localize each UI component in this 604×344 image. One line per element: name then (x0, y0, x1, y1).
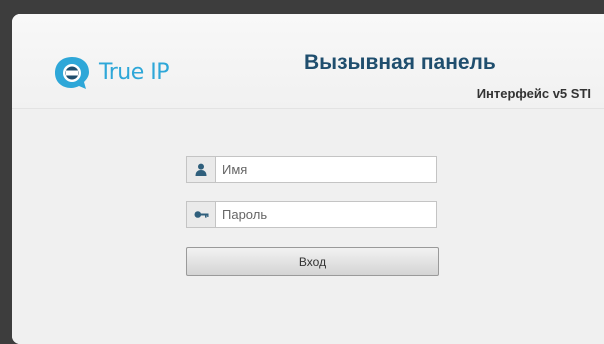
logo-text: True IP (99, 60, 169, 85)
header: True IP Вызывная панель Интерфейс v5 STI (12, 14, 604, 109)
password-input[interactable] (216, 202, 436, 227)
window-frame: True IP Вызывная панель Интерфейс v5 STI (0, 0, 604, 344)
login-button[interactable]: Вход (186, 247, 439, 276)
page-title: Вызывная панель (304, 51, 496, 74)
logo: True IP (53, 55, 169, 91)
username-input[interactable] (216, 157, 436, 182)
interface-version: Интерфейс v5 STI (476, 86, 591, 101)
login-panel: True IP Вызывная панель Интерфейс v5 STI (12, 14, 604, 344)
user-icon (187, 157, 216, 182)
trueip-logo-icon (55, 57, 89, 89)
key-icon (187, 202, 216, 227)
password-field[interactable] (186, 201, 437, 228)
username-field[interactable] (186, 156, 437, 183)
